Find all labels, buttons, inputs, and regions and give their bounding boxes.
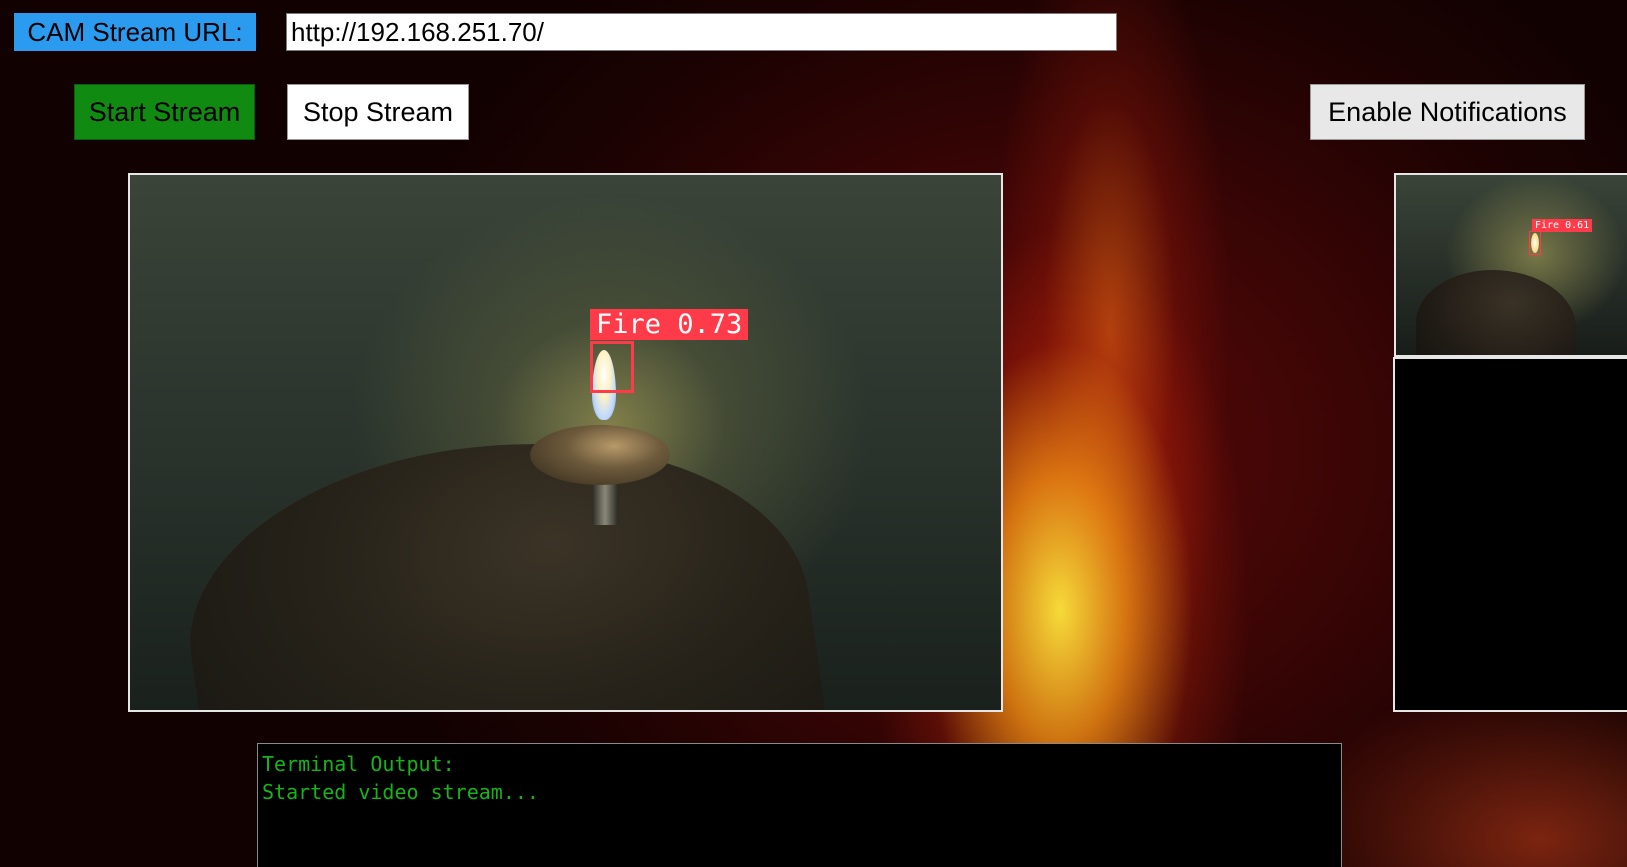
terminal-line: Terminal Output: — [262, 752, 455, 776]
cam-stream-url-label: CAM Stream URL: — [14, 13, 256, 51]
start-stream-button[interactable]: Start Stream — [74, 84, 255, 140]
terminal-output[interactable]: Terminal Output: Started video stream... — [257, 743, 1342, 867]
thumbnail-detection-label: Fire 0.61 — [1532, 219, 1593, 232]
enable-notifications-button[interactable]: Enable Notifications — [1310, 84, 1585, 140]
thumbnail-hand-image — [1416, 270, 1576, 355]
empty-snapshot-panel — [1393, 357, 1627, 712]
hand-image — [167, 403, 833, 710]
thumb-image — [530, 425, 670, 485]
thumbnail-detection-box — [1529, 231, 1541, 255]
app-window: CAM Stream URL: Start Stream Stop Stream… — [0, 0, 1627, 867]
fire-detection-label: Fire 0.73 — [590, 309, 749, 340]
cam-stream-url-input[interactable] — [286, 13, 1117, 51]
stop-stream-button[interactable]: Stop Stream — [287, 84, 469, 140]
terminal-line: Started video stream... — [262, 780, 539, 804]
fire-detection-box — [590, 341, 634, 393]
detection-snapshot-thumbnail: Fire 0.61 — [1394, 173, 1627, 357]
main-video-feed: Fire 0.73 — [128, 173, 1003, 712]
